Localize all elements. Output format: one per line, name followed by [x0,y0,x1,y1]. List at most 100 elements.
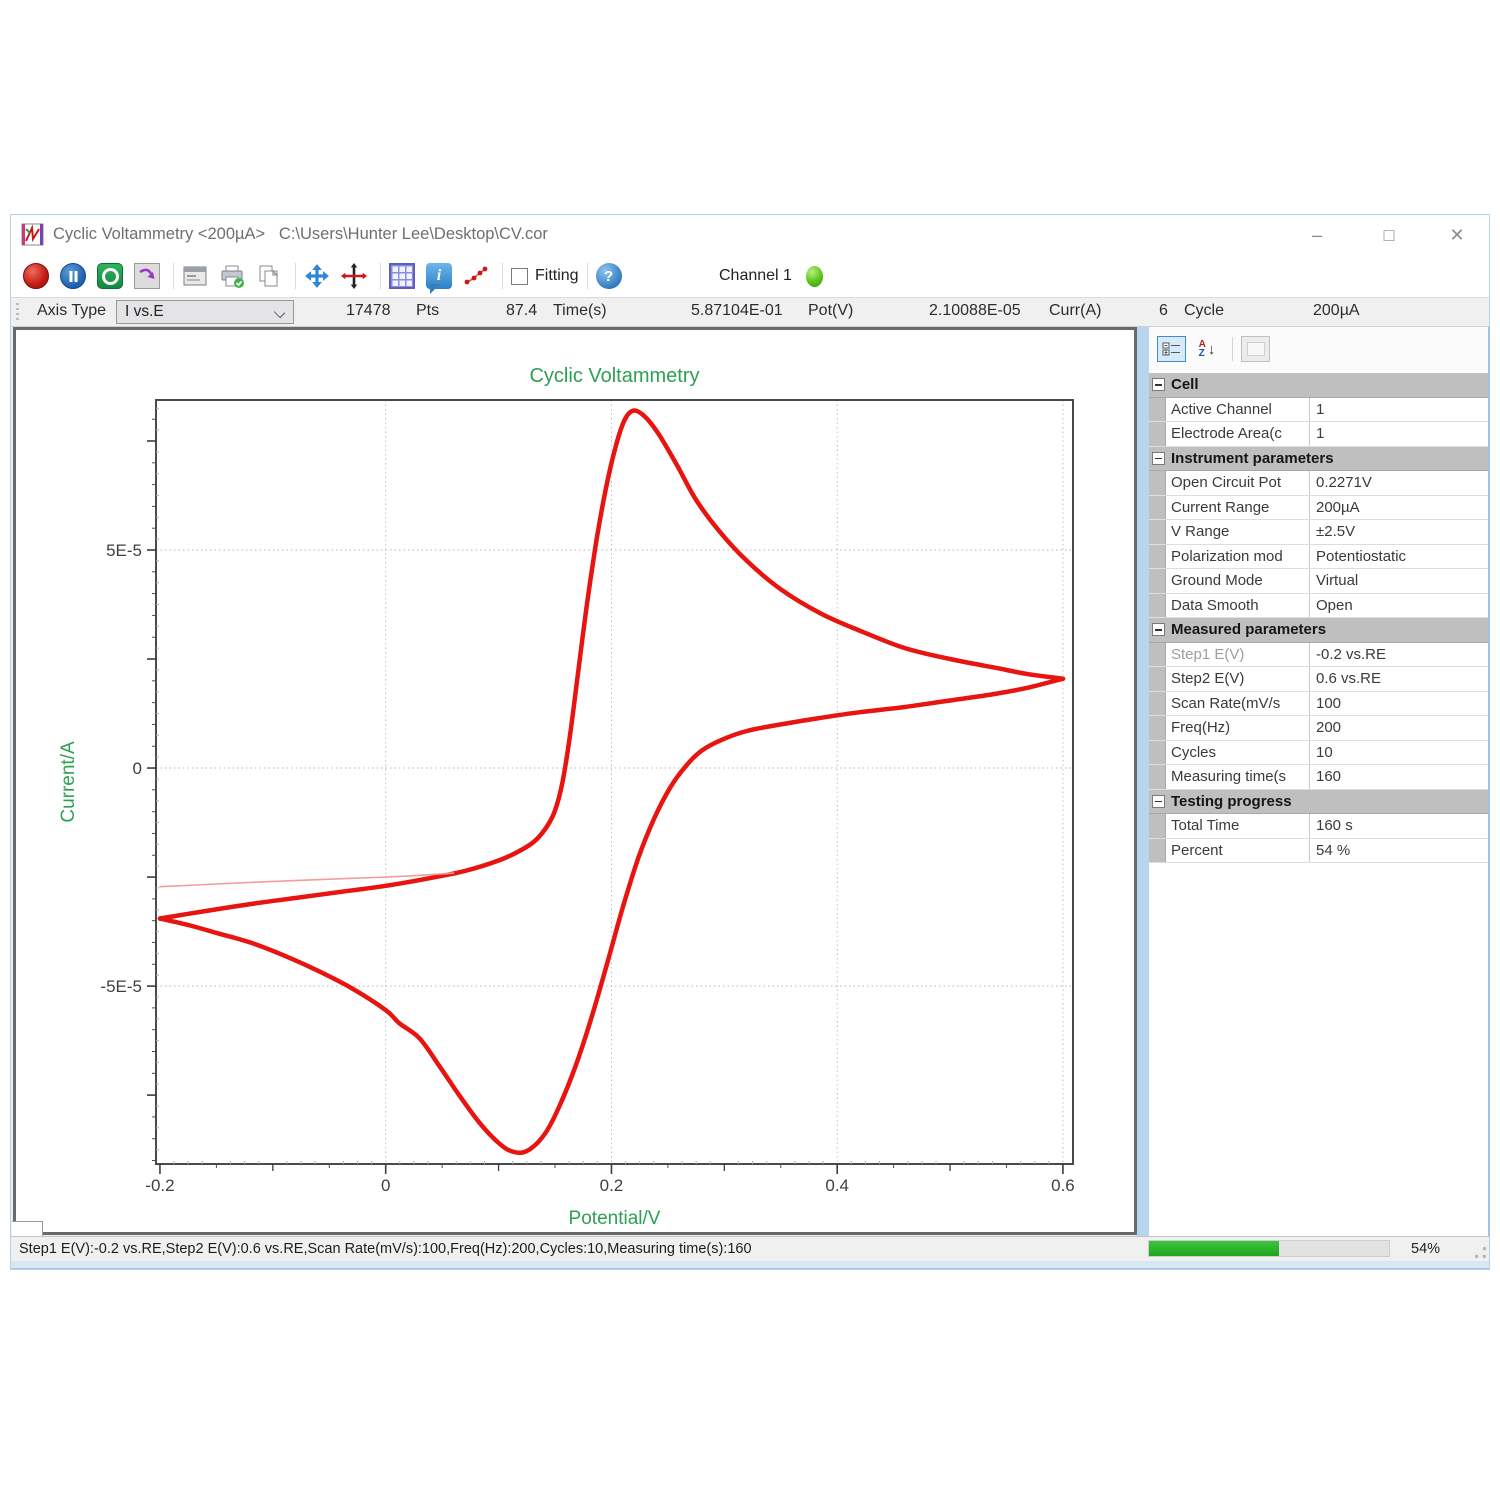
collapse-icon[interactable] [1152,452,1165,465]
property-category-header[interactable]: Cell [1149,373,1488,398]
property-label: Total Time [1166,814,1310,838]
fitting-checkbox[interactable] [511,268,528,285]
row-gutter [1149,716,1166,740]
readout-label: Pts [416,302,439,320]
property-value[interactable]: 200 [1310,716,1488,740]
toolbar-separator [295,263,296,289]
toolbar-separator [1232,337,1233,361]
pan-icon[interactable] [304,263,330,289]
property-row[interactable]: Electrode Area(c1 [1149,422,1488,447]
collapse-icon[interactable] [1152,378,1165,391]
maximize-button[interactable]: □ [1367,221,1411,249]
fit-points-icon[interactable] [463,263,489,289]
property-label: Open Circuit Pot [1166,471,1310,495]
collapse-icon[interactable] [1152,795,1165,808]
property-row[interactable]: Current Range200µA [1149,496,1488,521]
pause-icon[interactable] [60,263,86,289]
svg-text:0.4: 0.4 [825,1176,849,1195]
property-row[interactable]: Active Channel1 [1149,398,1488,423]
svg-text:0: 0 [381,1176,390,1195]
row-gutter [1149,569,1166,593]
property-value[interactable]: -0.2 vs.RE [1310,643,1488,667]
property-label: Data Smooth [1166,594,1310,618]
property-row[interactable]: Ground ModeVirtual [1149,569,1488,594]
property-value[interactable]: ±2.5V [1310,520,1488,544]
row-gutter [1149,667,1166,691]
categorized-icon[interactable] [1157,336,1186,362]
property-row[interactable]: Freq(Hz)200 [1149,716,1488,741]
collapse-icon[interactable] [1152,623,1165,636]
property-label: Ground Mode [1166,569,1310,593]
property-value[interactable]: 10 [1310,741,1488,765]
property-row[interactable]: Total Time160 s [1149,814,1488,839]
cv-chart: -0.200.20.40.65E-50-5E-5Cyclic Voltammet… [16,330,1134,1232]
sort-alphabetical-icon[interactable]: AZ ↓ [1192,336,1222,362]
property-value[interactable]: 0.6 vs.RE [1310,667,1488,691]
property-row[interactable]: Polarization modPotentiostatic [1149,545,1488,570]
progress-bar [1148,1240,1390,1257]
property-value[interactable]: 1 [1310,422,1488,446]
property-row[interactable]: Scan Rate(mV/s100 [1149,692,1488,717]
channel-label: Channel 1 [719,267,792,285]
svg-text:-5E-5: -5E-5 [100,977,142,996]
svg-text:0.2: 0.2 [600,1176,624,1195]
progress-fill [1149,1241,1279,1256]
property-value[interactable]: 160 [1310,765,1488,789]
cv-curve-reverse-cathodic-sweep [160,679,1063,1153]
property-category-header[interactable]: Testing progress [1149,790,1488,815]
readout-value: 87.4 [506,302,537,320]
grid-icon[interactable] [389,263,415,289]
property-category-header[interactable]: Instrument parameters [1149,447,1488,472]
property-category-header[interactable]: Measured parameters [1149,618,1488,643]
toolbar-separator [587,263,588,289]
property-value[interactable]: 1 [1310,398,1488,422]
help-icon[interactable]: ? [596,263,622,289]
property-value[interactable]: Virtual [1310,569,1488,593]
toolbar-separator [173,263,174,289]
title-bar: Cyclic Voltammetry <200µA> C:\Users\Hunt… [11,215,1489,255]
property-value[interactable]: 0.2271V [1310,471,1488,495]
property-value[interactable]: 100 [1310,692,1488,716]
property-row[interactable]: Measuring time(s160 [1149,765,1488,790]
property-row[interactable]: Open Circuit Pot0.2271V [1149,471,1488,496]
svg-text:0.6: 0.6 [1051,1176,1075,1195]
resize-grip-icon[interactable] [1474,1246,1487,1259]
row-gutter [1149,545,1166,569]
app-window: Cyclic Voltammetry <200µA> C:\Users\Hunt… [10,214,1490,1270]
axis-type-dropdown[interactable]: I vs.E [116,300,294,324]
property-row[interactable]: Data SmoothOpen [1149,594,1488,619]
readout-value: 2.10088E-05 [929,302,1021,320]
chart-title: Cyclic Voltammetry [529,365,699,387]
property-value[interactable]: Open [1310,594,1488,618]
chart-panel: -0.200.20.40.65E-50-5E-5Cyclic Voltammet… [13,327,1137,1235]
close-button[interactable]: ✕ [1435,221,1479,249]
copy-icon[interactable] [256,263,282,289]
run-loop-icon[interactable] [97,263,123,289]
property-row[interactable]: Step1 E(V)-0.2 vs.RE [1149,643,1488,668]
property-row[interactable]: Percent54 % [1149,839,1488,864]
print-icon[interactable] [219,263,245,289]
main-area: -0.200.20.40.65E-50-5E-5Cyclic Voltammet… [11,327,1489,1236]
toolbar-gripper[interactable] [16,303,19,321]
crosshair-icon[interactable] [341,263,367,289]
status-text: Step1 E(V):-0.2 vs.RE,Step2 E(V):0.6 vs.… [19,1241,752,1257]
annotation-icon[interactable]: i [426,263,452,289]
progress-percent-label: 54% [1411,1241,1440,1257]
edit-params-icon[interactable] [134,263,160,289]
property-value[interactable]: Potentiostatic [1310,545,1488,569]
property-row[interactable]: Cycles10 [1149,741,1488,766]
cell-setup-icon[interactable] [182,263,208,289]
property-value[interactable]: 200µA [1310,496,1488,520]
stop-icon[interactable] [23,263,49,289]
property-label: V Range [1166,520,1310,544]
property-row[interactable]: Step2 E(V)0.6 vs.RE [1149,667,1488,692]
panel-splitter[interactable] [1137,327,1149,1236]
row-gutter [1149,496,1166,520]
row-gutter [1149,741,1166,765]
property-value[interactable]: 54 % [1310,839,1488,863]
property-row[interactable]: V Range±2.5V [1149,520,1488,545]
minimize-button[interactable]: – [1295,221,1339,249]
fitting-label: Fitting [535,267,579,285]
property-toolbar: AZ ↓ [1149,327,1488,371]
property-value[interactable]: 160 s [1310,814,1488,838]
